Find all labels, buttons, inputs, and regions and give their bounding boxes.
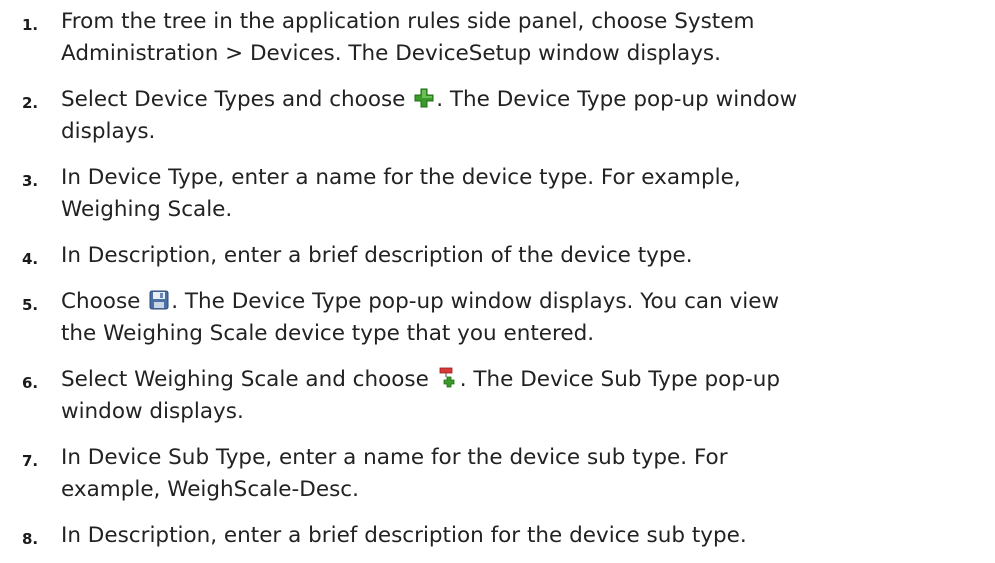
step-line: In Description, enter a brief descriptio… bbox=[61, 243, 693, 268]
step-line: Weighing Scale. bbox=[61, 197, 233, 222]
step-number: 2. bbox=[22, 94, 39, 112]
step-text-after-icon: . The Device Type pop-up window bbox=[436, 87, 798, 112]
save-disk-icon bbox=[148, 289, 170, 311]
step-number: 6. bbox=[22, 374, 39, 392]
step-text: Select Device Types and choose . The Dev… bbox=[61, 84, 981, 148]
step-line: Select Weighing Scale and choose . The D… bbox=[61, 364, 981, 396]
add-subtype-icon bbox=[437, 367, 459, 389]
step-number: 5. bbox=[22, 296, 39, 314]
step-text: From the tree in the application rules s… bbox=[61, 6, 981, 70]
step-line: example, WeighScale-Desc. bbox=[61, 477, 359, 502]
step-text-before-icon: Choose bbox=[61, 289, 148, 314]
step-line: Administration > Devices. The DeviceSetu… bbox=[61, 41, 721, 66]
step-line: From the tree in the application rules s… bbox=[61, 9, 755, 34]
step-line: In Device Sub Type, enter a name for the… bbox=[61, 445, 728, 470]
step-line: Choose . The Device Type pop-up window d… bbox=[61, 286, 981, 318]
step-text: Select Weighing Scale and choose . The D… bbox=[61, 364, 981, 428]
step-number: 1. bbox=[22, 16, 39, 34]
step-line: Select Device Types and choose . The Dev… bbox=[61, 84, 981, 116]
step-number: 3. bbox=[22, 172, 39, 190]
step-number: 4. bbox=[22, 250, 39, 268]
step-line: displays. bbox=[61, 119, 156, 144]
step-number: 7. bbox=[22, 452, 39, 470]
step-text-before-icon: Select Weighing Scale and choose bbox=[61, 367, 436, 392]
add-plus-icon bbox=[413, 87, 435, 109]
step-text-after-icon: . The Device Sub Type pop-up bbox=[459, 367, 781, 392]
step-text: In Device Sub Type, enter a name for the… bbox=[61, 442, 981, 506]
step-text: In Description, enter a brief descriptio… bbox=[61, 240, 981, 272]
step-text: In Device Type, enter a name for the dev… bbox=[61, 162, 981, 226]
step-line: window displays. bbox=[61, 399, 244, 424]
step-line: In Description, enter a brief descriptio… bbox=[61, 523, 747, 548]
step-line: the Weighing Scale device type that you … bbox=[61, 321, 595, 346]
step-number: 8. bbox=[22, 530, 39, 548]
step-text: In Description, enter a brief descriptio… bbox=[61, 520, 981, 552]
step-text-before-icon: Select Device Types and choose bbox=[61, 87, 413, 112]
step-text-after-icon: . The Device Type pop-up window displays… bbox=[171, 289, 780, 314]
step-text: Choose . The Device Type pop-up window d… bbox=[61, 286, 981, 350]
step-line: In Device Type, enter a name for the dev… bbox=[61, 165, 741, 190]
